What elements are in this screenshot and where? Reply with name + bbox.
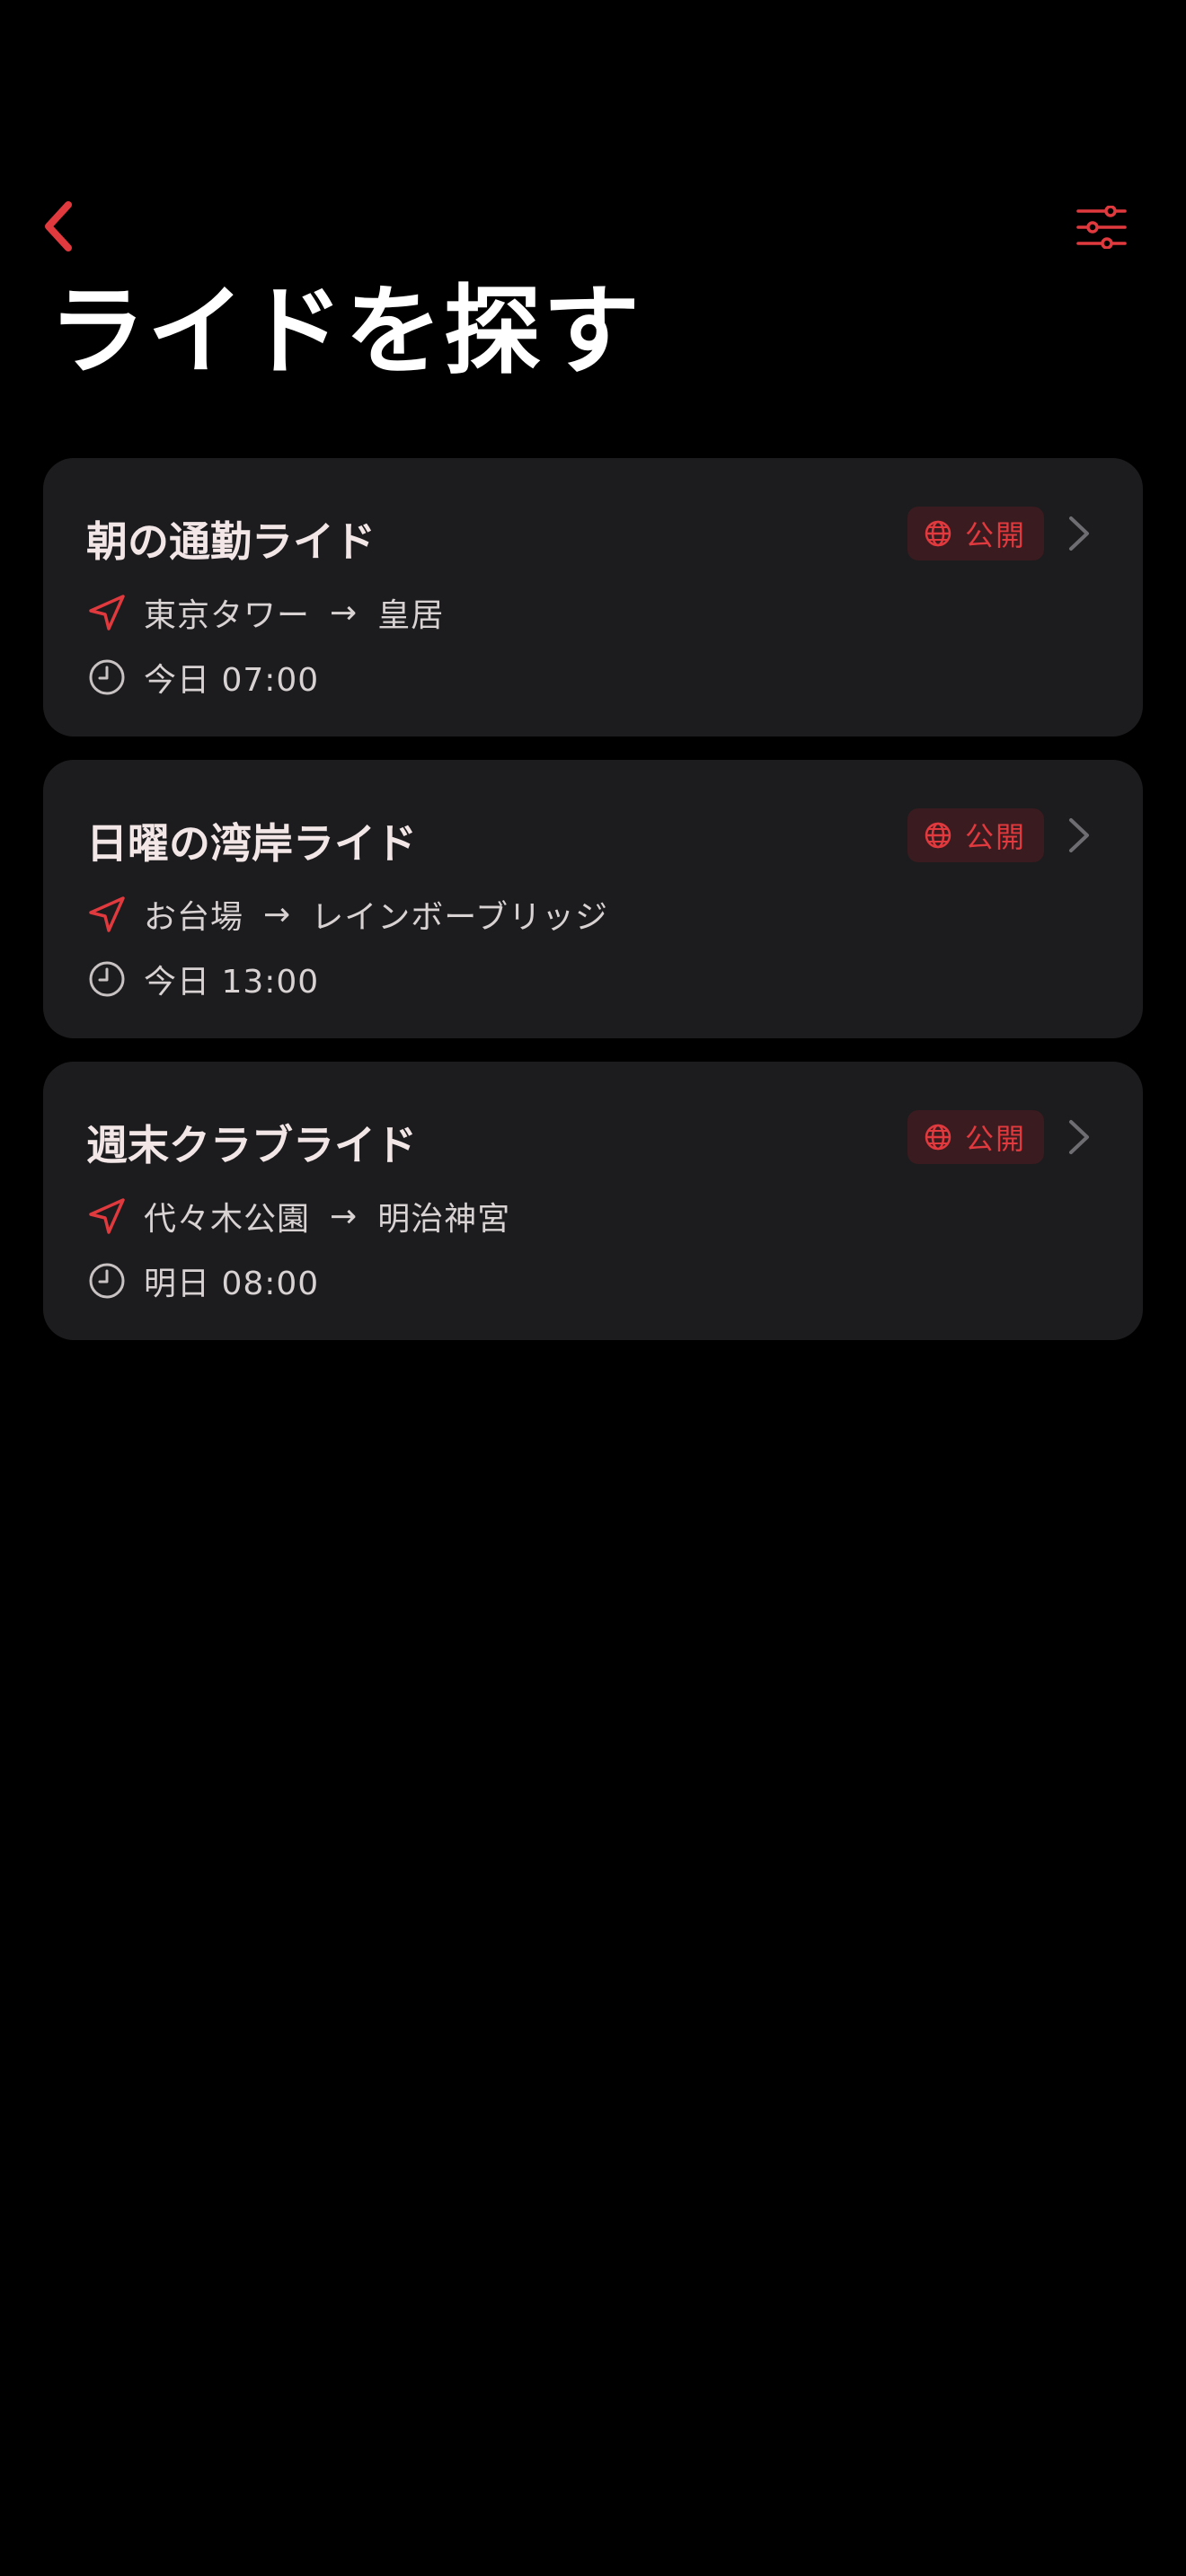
ride-time: 明日 08:00: [86, 1252, 319, 1310]
location-arrow-icon: [86, 894, 128, 935]
route-arrow: →: [330, 1197, 358, 1235]
globe-icon: [925, 1124, 951, 1151]
chevron-left-icon: [45, 201, 72, 251]
visibility-badge: 公開: [907, 1110, 1044, 1164]
visibility-label: 公開: [964, 518, 1026, 552]
time-label: 今日 13:00: [144, 964, 320, 1001]
clock-icon: [86, 1260, 128, 1301]
navigation-bar: [0, 180, 1186, 273]
ride-card[interactable]: 朝の通勤ライド 公開 東京タワー → 皇居 今日 07:00: [43, 458, 1143, 737]
globe-icon: [925, 822, 951, 849]
globe-icon: [925, 520, 951, 547]
ride-route: 代々木公園 → 明治神宮: [86, 1187, 510, 1245]
ride-title: 朝の通勤ライド: [86, 517, 376, 566]
route-to: レインボーブリッジ: [311, 899, 609, 936]
ride-title: 日曜の湾岸ライド: [86, 819, 417, 868]
ride-route: お台場 → レインボーブリッジ: [86, 886, 608, 943]
visibility-label: 公開: [964, 820, 1026, 854]
visibility-badge: 公開: [907, 507, 1044, 560]
route-from: 代々木公園: [144, 1201, 311, 1238]
chevron-right-icon: [1066, 816, 1093, 855]
route-from: 東京タワー: [144, 597, 311, 634]
chevron-right-icon: [1066, 514, 1093, 553]
route-arrow: →: [263, 895, 292, 933]
route-to: 皇居: [377, 597, 445, 634]
chevron-right-icon: [1066, 1117, 1093, 1157]
time-label: 明日 08:00: [144, 1266, 320, 1302]
time-label: 今日 07:00: [144, 662, 320, 699]
ride-title: 週末クラブライド: [86, 1121, 417, 1169]
location-arrow-icon: [86, 1195, 128, 1237]
clock-icon: [86, 657, 128, 698]
back-button[interactable]: [25, 194, 90, 259]
ride-list: 朝の通勤ライド 公開 東京タワー → 皇居 今日 07:00 日曜の湾岸ライド …: [43, 458, 1143, 1363]
route-arrow: →: [330, 594, 358, 631]
route-from: お台場: [144, 899, 244, 936]
sliders-icon: [1076, 206, 1127, 249]
clock-icon: [86, 958, 128, 1000]
ride-time: 今日 13:00: [86, 950, 319, 1008]
ride-card[interactable]: 日曜の湾岸ライド 公開 お台場 → レインボーブリッジ 今日 13:00: [43, 760, 1143, 1038]
visibility-badge: 公開: [907, 808, 1044, 862]
ride-time: 今日 07:00: [86, 648, 319, 706]
location-arrow-icon: [86, 592, 128, 633]
page-title: ライドを探す: [49, 276, 642, 388]
visibility-label: 公開: [964, 1122, 1026, 1156]
ride-route: 東京タワー → 皇居: [86, 584, 444, 641]
ride-card[interactable]: 週末クラブライド 公開 代々木公園 → 明治神宮 明日 08:00: [43, 1062, 1143, 1340]
route-to: 明治神宮: [377, 1201, 511, 1238]
filter-button[interactable]: [1069, 198, 1134, 257]
